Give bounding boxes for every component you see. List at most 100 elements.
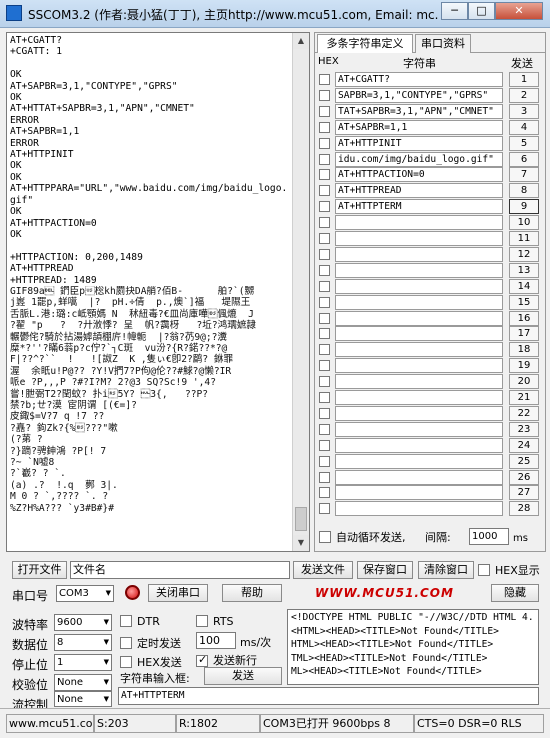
row-send-button[interactable]: 15 bbox=[509, 294, 539, 310]
row-string-input[interactable] bbox=[335, 294, 503, 310]
row-hex-checkbox[interactable] bbox=[319, 185, 330, 197]
row-hex-checkbox[interactable] bbox=[319, 280, 330, 292]
row-string-input[interactable] bbox=[335, 231, 503, 246]
row-hex-checkbox[interactable] bbox=[319, 74, 330, 85]
maximize-button[interactable]: □ bbox=[468, 2, 495, 20]
port-select[interactable]: COM3 bbox=[56, 585, 114, 602]
row-hex-checkbox[interactable] bbox=[319, 121, 330, 133]
row-string-input[interactable]: AT+HTTPTERM bbox=[335, 199, 503, 215]
save-window-button[interactable]: 保存窗口 bbox=[357, 561, 413, 579]
row-string-input[interactable] bbox=[335, 501, 503, 517]
row-string-input[interactable] bbox=[335, 262, 503, 278]
tab-port-info[interactable]: 串口资料 bbox=[415, 34, 471, 53]
hide-button[interactable]: 隐藏 bbox=[491, 584, 539, 602]
row-hex-checkbox[interactable] bbox=[319, 360, 330, 372]
row-string-input[interactable] bbox=[335, 374, 503, 390]
row-string-input[interactable] bbox=[335, 421, 503, 437]
file-name-input[interactable]: 文件名 bbox=[70, 561, 290, 579]
row-hex-checkbox[interactable] bbox=[319, 407, 330, 419]
row-hex-checkbox[interactable] bbox=[319, 233, 330, 244]
row-send-button[interactable]: 12 bbox=[509, 246, 539, 262]
row-send-button[interactable]: 18 bbox=[509, 342, 539, 358]
row-send-button[interactable]: 4 bbox=[509, 119, 539, 135]
row-send-button[interactable]: 14 bbox=[509, 278, 539, 294]
row-string-input[interactable] bbox=[335, 485, 503, 501]
row-hex-checkbox[interactable] bbox=[319, 89, 330, 101]
baud-select[interactable]: 9600 bbox=[54, 614, 112, 631]
site-link[interactable]: WWW.MCU51.COM bbox=[315, 586, 454, 600]
row-send-button[interactable]: 11 bbox=[509, 231, 539, 246]
row-hex-checkbox[interactable] bbox=[319, 296, 330, 308]
row-send-button[interactable]: 23 bbox=[509, 421, 539, 437]
row-string-input[interactable]: TAT+SAPBR=3,1,"APN","CMNET" bbox=[335, 103, 503, 119]
row-hex-checkbox[interactable] bbox=[319, 455, 330, 467]
row-hex-checkbox[interactable] bbox=[319, 423, 330, 435]
send-newline-checkbox[interactable] bbox=[196, 655, 208, 667]
row-string-input[interactable] bbox=[335, 453, 503, 469]
row-string-input[interactable] bbox=[335, 437, 503, 453]
timed-send-checkbox[interactable] bbox=[120, 637, 132, 649]
receive-area[interactable]: AT+CGATT? +CGATT: 1 OK AT+SAPBR=3,1,"CON… bbox=[6, 32, 310, 552]
row-send-button[interactable]: 16 bbox=[509, 310, 539, 326]
row-send-button[interactable]: 17 bbox=[509, 326, 539, 342]
row-hex-checkbox[interactable] bbox=[319, 344, 330, 356]
row-string-input[interactable] bbox=[335, 469, 503, 485]
hex-display-checkbox[interactable] bbox=[478, 564, 490, 576]
row-send-button[interactable]: 10 bbox=[509, 215, 539, 231]
row-hex-checkbox[interactable] bbox=[319, 503, 330, 515]
hex-send-checkbox[interactable] bbox=[120, 656, 132, 668]
row-string-input[interactable] bbox=[335, 310, 503, 326]
row-send-button[interactable]: 25 bbox=[509, 453, 539, 469]
send-period-input[interactable]: 100 bbox=[196, 632, 236, 649]
close-button[interactable]: ✕ bbox=[495, 2, 543, 20]
send-button[interactable]: 发送 bbox=[204, 667, 282, 685]
row-hex-checkbox[interactable] bbox=[319, 376, 330, 388]
scroll-up-icon[interactable]: ▲ bbox=[293, 33, 309, 49]
row-send-button[interactable]: 6 bbox=[509, 151, 539, 167]
receive-scrollbar[interactable]: ▲ ▼ bbox=[292, 33, 309, 551]
auto-loop-checkbox[interactable] bbox=[319, 531, 331, 543]
data-bits-select[interactable]: 8 bbox=[54, 634, 112, 651]
dtr-checkbox[interactable] bbox=[120, 615, 132, 627]
echo-pane[interactable]: <!DOCTYPE HTML PUBLIC "-//W3C//DTD HTML … bbox=[287, 609, 539, 685]
row-hex-checkbox[interactable] bbox=[319, 248, 330, 260]
row-string-input[interactable] bbox=[335, 342, 503, 358]
parity-select[interactable]: None bbox=[54, 674, 112, 691]
row-send-button[interactable]: 24 bbox=[509, 437, 539, 453]
row-hex-checkbox[interactable] bbox=[319, 137, 330, 149]
row-hex-checkbox[interactable] bbox=[319, 328, 330, 340]
row-string-input[interactable] bbox=[335, 278, 503, 294]
row-string-input[interactable]: SAPBR=3,1,"CONTYPE","GPRS" bbox=[335, 87, 503, 103]
clear-window-button[interactable]: 清除窗口 bbox=[418, 561, 474, 579]
row-send-button[interactable]: 13 bbox=[509, 262, 539, 278]
row-hex-checkbox[interactable] bbox=[319, 217, 330, 229]
row-send-button[interactable]: 2 bbox=[509, 87, 539, 103]
row-send-button[interactable]: 8 bbox=[509, 183, 539, 199]
rts-checkbox[interactable] bbox=[196, 615, 208, 627]
row-hex-checkbox[interactable] bbox=[319, 312, 330, 324]
row-send-button[interactable]: 9 bbox=[509, 199, 539, 215]
row-string-input[interactable] bbox=[335, 405, 503, 421]
row-send-button[interactable]: 28 bbox=[509, 501, 539, 517]
row-string-input[interactable]: AT+HTTPINIT bbox=[335, 135, 503, 151]
close-port-button[interactable]: 关闭串口 bbox=[148, 584, 208, 602]
row-string-input[interactable]: AT+CGATT? bbox=[335, 72, 503, 87]
row-hex-checkbox[interactable] bbox=[319, 264, 330, 276]
interval-input[interactable]: 1000 bbox=[469, 528, 509, 545]
scroll-down-icon[interactable]: ▼ bbox=[293, 535, 309, 551]
row-string-input[interactable]: AT+HTTPACTION=0 bbox=[335, 167, 503, 183]
tab-multi-string[interactable]: 多条字符串定义 bbox=[317, 34, 413, 53]
row-send-button[interactable]: 19 bbox=[509, 358, 539, 374]
title-bar[interactable]: SSCOM3.2 (作者:聂小猛(丁丁), 主页http://www.mcu51… bbox=[0, 0, 550, 28]
row-hex-checkbox[interactable] bbox=[319, 487, 330, 499]
row-hex-checkbox[interactable] bbox=[319, 169, 330, 181]
row-send-button[interactable]: 1 bbox=[509, 72, 539, 87]
row-hex-checkbox[interactable] bbox=[319, 471, 330, 483]
scroll-thumb[interactable] bbox=[295, 507, 307, 531]
row-string-input[interactable] bbox=[335, 326, 503, 342]
row-send-button[interactable]: 26 bbox=[509, 469, 539, 485]
minimize-button[interactable]: ─ bbox=[441, 2, 468, 20]
row-hex-checkbox[interactable] bbox=[319, 439, 330, 451]
row-hex-checkbox[interactable] bbox=[319, 153, 330, 165]
row-send-button[interactable]: 5 bbox=[509, 135, 539, 151]
